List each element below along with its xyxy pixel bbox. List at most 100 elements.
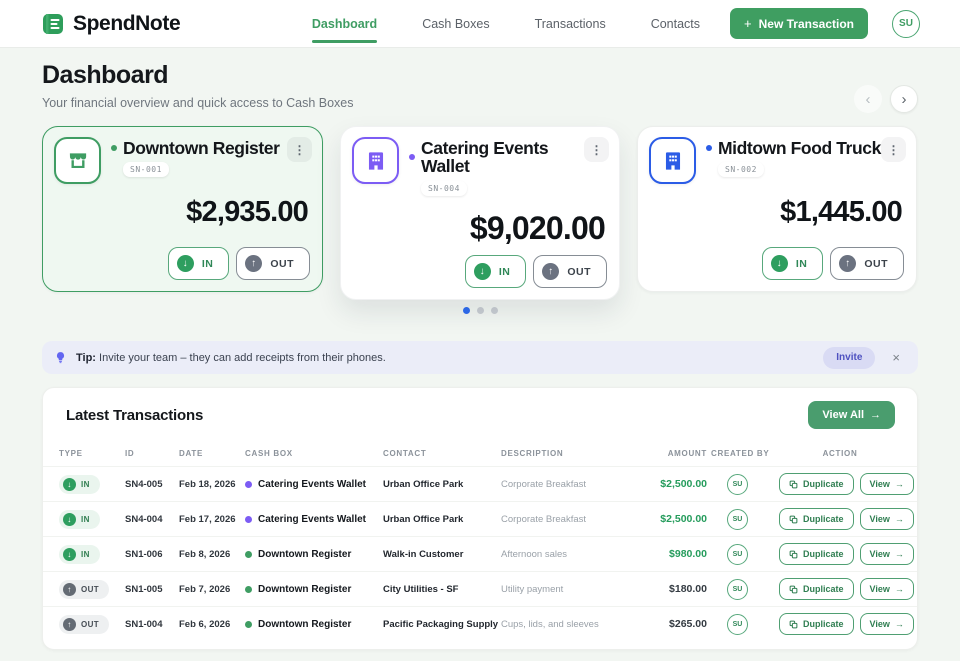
cash-box-cell: Catering Events Wallet xyxy=(245,514,383,525)
actions-cell: Duplicate View→ xyxy=(779,508,914,530)
tip-text: Tip: Invite your team – they can add rec… xyxy=(76,352,386,364)
cash-box-card-catering-events-wallet[interactable]: Catering Events Wallet SN-004 ⋮ $9,020.0… xyxy=(340,126,620,300)
carousel-dot-2[interactable] xyxy=(477,307,484,314)
plus-icon: + xyxy=(744,16,752,31)
view-button[interactable]: View→ xyxy=(860,613,914,635)
latest-transactions-panel: Latest Transactions View All → TYPE ID D… xyxy=(42,387,918,650)
duplicate-button[interactable]: Duplicate xyxy=(779,508,854,530)
contact: Urban Office Park xyxy=(383,514,501,525)
cash-box-name: Downtown Register xyxy=(123,139,280,157)
nav-transactions[interactable]: Transactions xyxy=(535,11,606,37)
view-button[interactable]: View→ xyxy=(860,543,914,565)
new-transaction-button[interactable]: + New Transaction xyxy=(730,8,868,39)
page-title: Dashboard xyxy=(42,61,918,90)
creator-avatar: SU xyxy=(727,579,748,600)
kebab-menu-icon: ⋮ xyxy=(294,143,306,157)
duplicate-button[interactable]: Duplicate xyxy=(779,578,854,600)
top-nav-bar: SpendNote Dashboard Cash Boxes Transacti… xyxy=(0,0,960,48)
table-row: ↓IN SN4-004 Feb 17, 2026 Catering Events… xyxy=(43,501,917,536)
copy-icon xyxy=(789,480,798,489)
user-avatar[interactable]: SU xyxy=(892,10,920,38)
out-label: OUT xyxy=(270,258,294,270)
creator-avatar: SU xyxy=(727,509,748,530)
copy-icon xyxy=(789,620,798,629)
box-color-dot xyxy=(245,551,252,558)
view-button[interactable]: View→ xyxy=(860,578,914,600)
arrow-right-icon: → xyxy=(895,479,904,489)
duplicate-button[interactable]: Duplicate xyxy=(779,543,854,565)
cash-out-button[interactable]: ↑ OUT xyxy=(533,255,607,288)
created-by-cell: SU xyxy=(711,474,779,495)
status-dot xyxy=(409,154,415,160)
cash-in-button[interactable]: ↓ IN xyxy=(465,255,527,288)
carousel-prev-button[interactable]: ‹ xyxy=(854,85,882,113)
contact: Urban Office Park xyxy=(383,479,501,490)
col-contact: CONTACT xyxy=(383,449,501,458)
actions-cell: Duplicate View→ xyxy=(779,543,914,565)
kebab-menu-icon: ⋮ xyxy=(591,143,603,157)
contact: Walk-in Customer xyxy=(383,549,501,560)
card-menu-button[interactable]: ⋮ xyxy=(881,137,906,162)
nav-contacts[interactable]: Contacts xyxy=(651,11,700,37)
description: Corporate Breakfast xyxy=(501,514,635,525)
kebab-menu-icon: ⋮ xyxy=(888,143,900,157)
carousel-dot-3[interactable] xyxy=(491,307,498,314)
cash-box-carousel: Downtown Register SN-001 ⋮ $2,935.00 ↓ I… xyxy=(42,126,918,314)
arrow-down-icon: ↓ xyxy=(474,263,491,280)
col-amount: AMOUNT xyxy=(635,449,711,458)
description: Utility payment xyxy=(501,584,635,595)
status-dot xyxy=(111,145,117,151)
table-row: ↓IN SN4-005 Feb 18, 2026 Catering Events… xyxy=(43,466,917,501)
col-cash-box: CASH BOX xyxy=(245,449,383,458)
chevron-right-icon: › xyxy=(902,91,907,108)
direction-arrow-icon: ↓ xyxy=(63,548,76,561)
amount: $2,500.00 xyxy=(635,478,711,490)
col-type: TYPE xyxy=(59,449,125,458)
storefront-icon xyxy=(54,137,101,184)
cash-box-card-downtown-register[interactable]: Downtown Register SN-001 ⋮ $2,935.00 ↓ I… xyxy=(42,126,323,292)
cash-box-name: Catering Events Wallet xyxy=(421,139,593,176)
type-badge: ↑OUT xyxy=(59,580,109,599)
cash-in-button[interactable]: ↓ IN xyxy=(762,247,824,280)
description: Corporate Breakfast xyxy=(501,479,635,490)
nav-cash-boxes[interactable]: Cash Boxes xyxy=(422,11,489,37)
view-button[interactable]: View→ xyxy=(860,473,914,495)
view-all-label: View All xyxy=(822,409,864,421)
card-menu-button[interactable]: ⋮ xyxy=(584,137,609,162)
duplicate-button[interactable]: Duplicate xyxy=(779,473,854,495)
close-icon[interactable]: × xyxy=(884,348,908,367)
arrow-down-icon: ↓ xyxy=(177,255,194,272)
arrow-right-icon: → xyxy=(895,584,904,594)
amount: $2,500.00 xyxy=(635,513,711,525)
carousel-next-button[interactable]: › xyxy=(890,85,918,113)
actions-cell: Duplicate View→ xyxy=(779,578,914,600)
lightbulb-icon xyxy=(54,351,67,364)
box-color-dot xyxy=(245,481,252,488)
cash-box-cell: Downtown Register xyxy=(245,584,383,595)
box-color-dot xyxy=(245,621,252,628)
cash-box-card-midtown-food-truck[interactable]: Midtown Food Truck SN-002 ⋮ $1,445.00 ↓ … xyxy=(637,126,917,292)
card-menu-button[interactable]: ⋮ xyxy=(287,137,312,162)
balance-amount: $9,020.00 xyxy=(352,210,607,247)
nav-dashboard[interactable]: Dashboard xyxy=(312,11,377,37)
copy-icon xyxy=(789,550,798,559)
created-by-cell: SU xyxy=(711,544,779,565)
col-created-by: CREATED BY xyxy=(711,449,779,458)
invite-button[interactable]: Invite xyxy=(823,347,875,369)
cash-in-button[interactable]: ↓ IN xyxy=(168,247,230,280)
cash-out-button[interactable]: ↑ OUT xyxy=(830,247,904,280)
cash-out-button[interactable]: ↑ OUT xyxy=(236,247,310,280)
duplicate-button[interactable]: Duplicate xyxy=(779,613,854,635)
table-row: ↑OUT SN1-004 Feb 6, 2026 Downtown Regist… xyxy=(43,606,917,641)
col-description: DESCRIPTION xyxy=(501,449,635,458)
balance-amount: $1,445.00 xyxy=(649,196,904,229)
carousel-dot-1[interactable] xyxy=(463,307,470,314)
view-button[interactable]: View→ xyxy=(860,508,914,530)
arrow-up-icon: ↑ xyxy=(245,255,262,272)
transaction-id: SN1-004 xyxy=(125,619,179,630)
in-label: IN xyxy=(499,266,511,278)
serial-badge: SN-004 xyxy=(421,181,467,196)
view-all-button[interactable]: View All → xyxy=(808,401,895,429)
in-label: IN xyxy=(796,258,808,270)
transaction-id: SN4-005 xyxy=(125,479,179,490)
